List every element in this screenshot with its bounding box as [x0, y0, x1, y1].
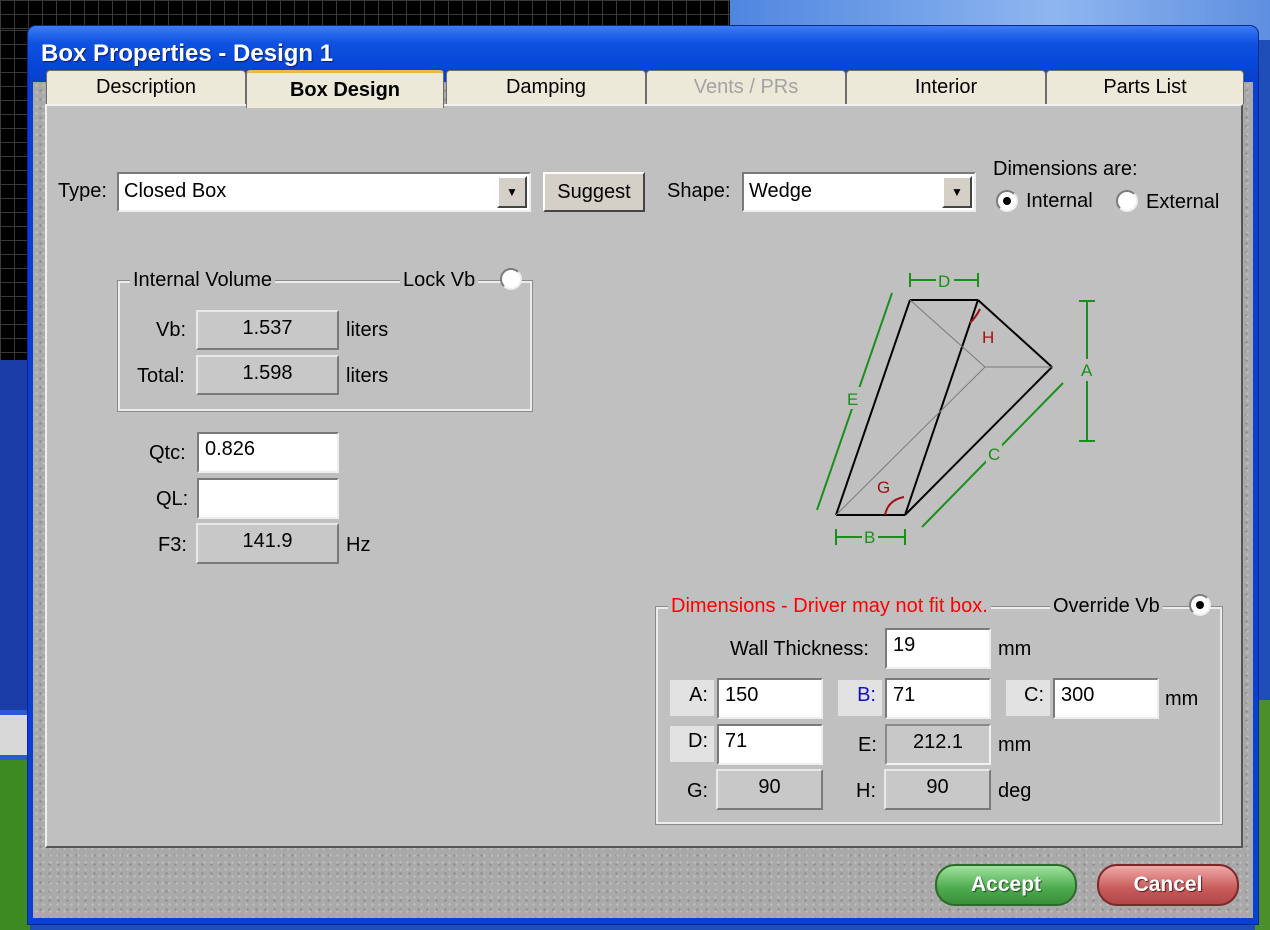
dim-d-label: D:	[670, 726, 714, 762]
tab-box-design[interactable]: Box Design	[246, 70, 444, 108]
background-window-blue	[0, 360, 30, 710]
angle-g-arc	[884, 496, 905, 516]
dim-g-label: G:	[687, 780, 709, 802]
dim-b-input[interactable]: 71	[885, 678, 991, 719]
wall-thickness-input[interactable]: 19	[885, 628, 991, 669]
ql-label: QL:	[156, 488, 189, 510]
shape-select[interactable]: Wedge ▼	[742, 172, 976, 212]
internal-radio-label[interactable]: Internal	[1026, 190, 1093, 213]
dim-de-unit: mm	[998, 734, 1032, 756]
tab-vents-prs: Vents / PRs	[646, 70, 846, 104]
internal-radio[interactable]	[996, 190, 1018, 212]
desktop-grass-left	[0, 760, 30, 930]
total-value: 1.598	[196, 355, 339, 395]
f3-label: F3:	[158, 534, 187, 556]
tab-damping[interactable]: Damping	[446, 70, 646, 104]
tab-interior[interactable]: Interior	[846, 70, 1046, 104]
dim-c-label: C:	[1006, 680, 1050, 716]
label-b: B	[864, 528, 875, 547]
accept-button[interactable]: Accept	[935, 864, 1077, 906]
suggest-button[interactable]: Suggest	[543, 172, 645, 212]
dim-b-label: B:	[838, 680, 882, 716]
dim-d-input[interactable]: 71	[717, 724, 823, 765]
dim-c-input[interactable]: 300	[1053, 678, 1159, 719]
type-label: Type:	[58, 180, 107, 202]
dim-h-value: 90	[884, 769, 991, 810]
internal-volume-label: Internal Volume	[130, 269, 275, 292]
qtc-input[interactable]: 0.826	[197, 432, 339, 473]
wedge-box-diagram: D H A E C G B	[816, 270, 1095, 549]
chevron-down-icon[interactable]: ▼	[497, 176, 527, 208]
dimensions-warning-label: Dimensions - Driver may not fit box.	[668, 595, 991, 618]
tab-parts-list[interactable]: Parts List	[1046, 70, 1244, 104]
lock-vb-radio[interactable]	[500, 268, 522, 290]
shape-label: Shape:	[667, 180, 731, 202]
wall-thickness-label: Wall Thickness:	[730, 638, 869, 660]
total-unit: liters	[346, 365, 389, 387]
radio-selected-dot	[1196, 601, 1204, 609]
total-label: Total:	[137, 365, 185, 387]
shape-select-value: Wedge	[749, 180, 813, 202]
dim-e-value: 212.1	[885, 724, 991, 765]
dim-a-label: A:	[670, 680, 714, 716]
label-e: E	[847, 390, 858, 409]
override-vb-label: Override Vb	[1050, 595, 1163, 618]
dim-abc-unit: mm	[1165, 688, 1199, 710]
wall-thickness-unit: mm	[998, 638, 1032, 660]
ql-input[interactable]	[197, 478, 339, 519]
background-grid-window-left	[0, 30, 30, 360]
type-select-value: Closed Box	[124, 180, 227, 202]
dim-g-value: 90	[716, 769, 823, 810]
chevron-down-icon[interactable]: ▼	[942, 176, 972, 208]
vb-unit: liters	[346, 319, 389, 341]
dim-e-label: E:	[858, 734, 877, 756]
lock-vb-label: Lock Vb	[400, 269, 479, 292]
dim-a-input[interactable]: 150	[717, 678, 823, 719]
label-h: H	[982, 328, 994, 347]
dimensions-are-label: Dimensions are:	[993, 158, 1138, 180]
vb-value: 1.537	[196, 310, 339, 350]
tab-description[interactable]: Description	[46, 70, 246, 104]
label-a: A	[1081, 361, 1093, 380]
label-d: D	[938, 272, 950, 291]
cancel-button[interactable]: Cancel	[1097, 864, 1239, 906]
f3-unit: Hz	[346, 534, 371, 556]
external-radio[interactable]	[1116, 190, 1138, 212]
dim-h-label: H:	[856, 780, 876, 802]
wedge-hidden-lines	[835, 299, 1052, 516]
label-g: G	[877, 478, 890, 497]
override-vb-radio[interactable]	[1189, 594, 1211, 616]
radio-selected-dot	[1003, 197, 1011, 205]
type-select[interactable]: Closed Box ▼	[117, 172, 531, 212]
external-radio-label[interactable]: External	[1146, 191, 1219, 214]
label-c: C	[988, 445, 1000, 464]
background-window-gray	[0, 715, 30, 755]
vb-label: Vb:	[156, 319, 187, 341]
window-title: Box Properties - Design 1	[41, 40, 334, 67]
qtc-label: Qtc:	[149, 442, 186, 464]
f3-value: 141.9	[196, 523, 339, 564]
dim-gh-unit: deg	[998, 780, 1032, 802]
